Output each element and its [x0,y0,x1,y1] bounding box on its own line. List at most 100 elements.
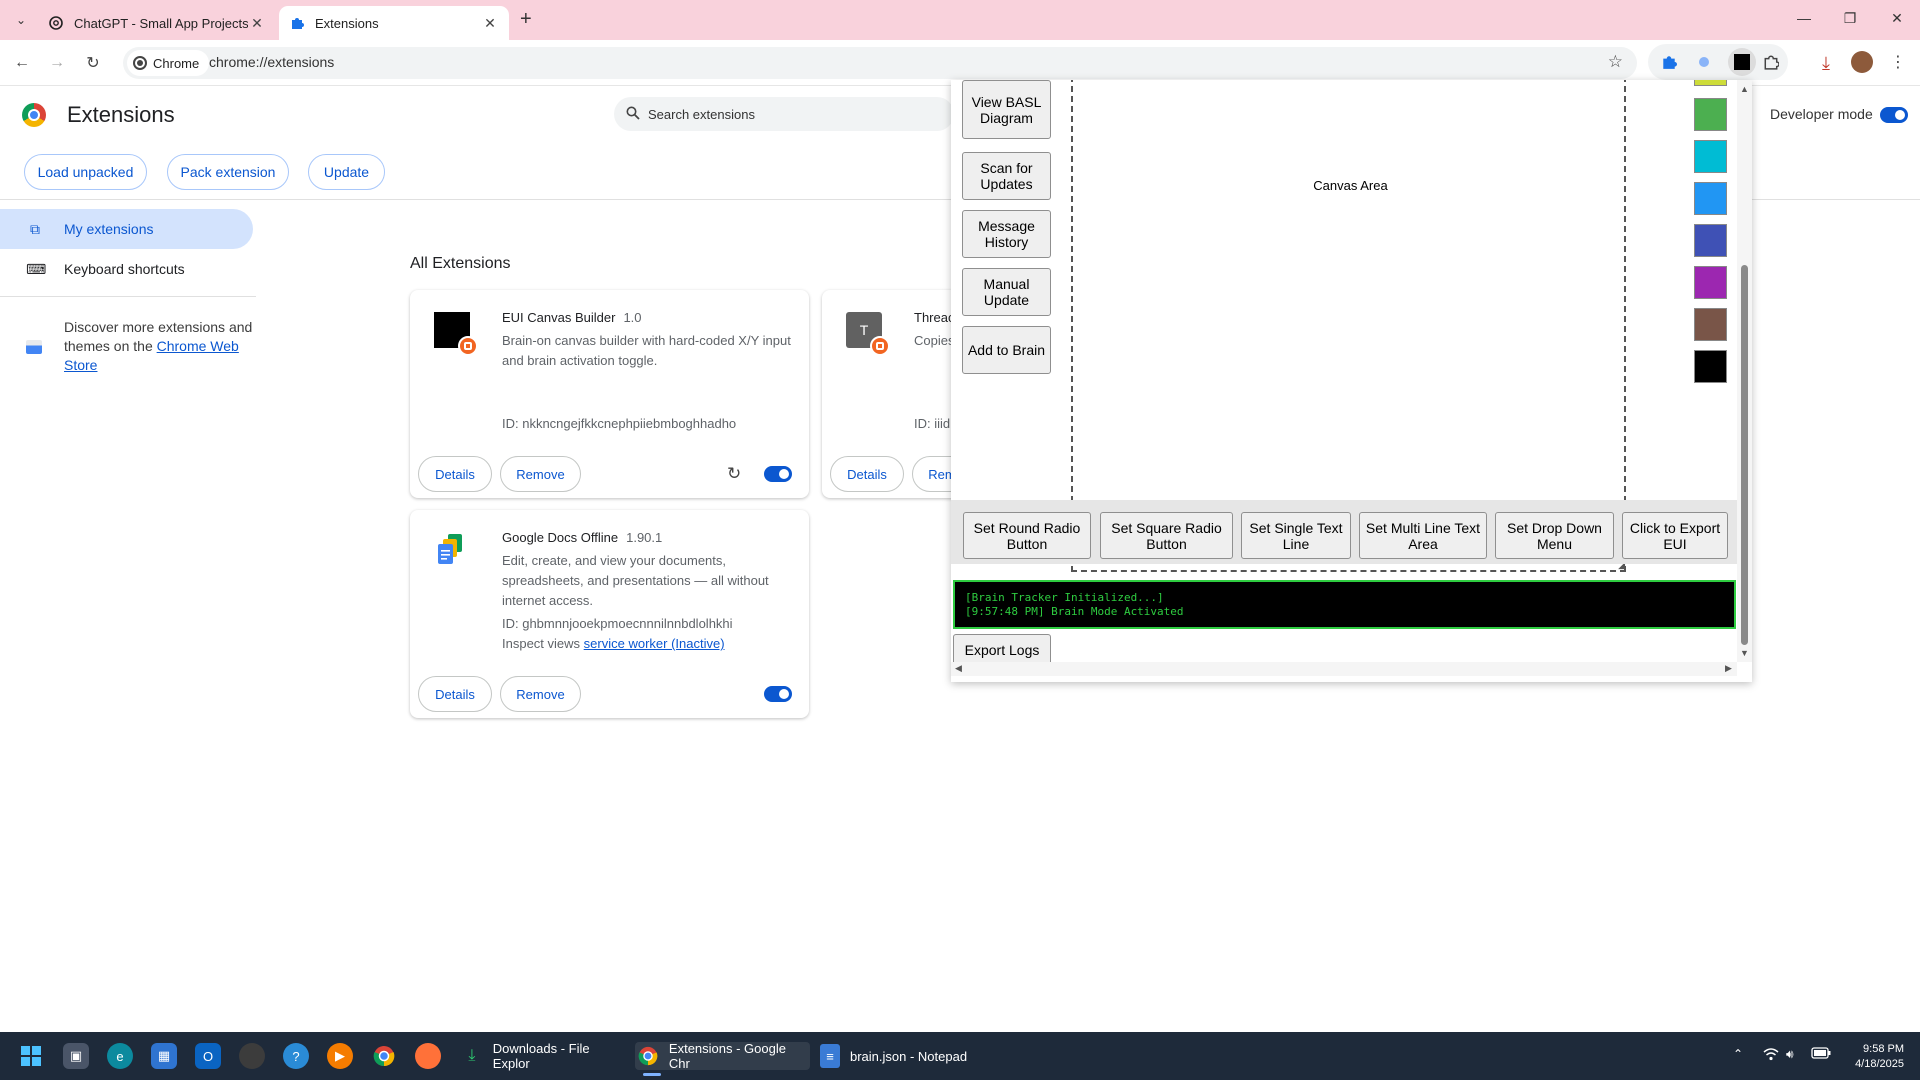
store-button[interactable]: ▦ [151,1042,177,1070]
show-hidden-icons-icon[interactable]: ⌃ [1733,1047,1743,1061]
extension-enable-toggle[interactable] [764,686,792,702]
service-worker-link[interactable]: service worker (Inactive) [584,636,725,651]
site-info-chip[interactable]: Chrome [127,50,210,76]
color-swatch[interactable] [1694,140,1727,173]
manual-update-button[interactable]: Manual Update [962,268,1051,316]
close-tab-icon[interactable]: ✕ [248,15,266,32]
message-history-button[interactable]: Message History [962,210,1051,258]
load-unpacked-button[interactable]: Load unpacked [24,154,147,190]
developer-mode-toggle[interactable] [1880,107,1908,123]
volume-icon[interactable]: 🔊︎ [1786,1047,1794,1062]
back-icon[interactable]: ← [11,52,33,74]
battery-icon[interactable] [1811,1047,1831,1062]
color-swatch[interactable] [1694,308,1727,341]
view-basl-diagram-button[interactable]: View BASL Diagram [962,80,1051,139]
eui-canvas-builder-icon[interactable] [1728,48,1756,76]
chrome-icon [635,1043,661,1069]
color-swatch[interactable] [1694,182,1727,215]
color-swatch[interactable] [1694,350,1727,383]
scan-for-updates-button[interactable]: Scan for Updates [962,152,1051,200]
close-window-icon[interactable]: ✕ [1882,10,1912,27]
scroll-right-arrow-icon[interactable]: ▶ [1725,663,1732,674]
outlook-button[interactable]: O [195,1042,221,1070]
canvas-area-label: Canvas Area [1313,178,1388,193]
click-to-export-eui-button[interactable]: Click to Export EUI [1622,512,1728,559]
reload-icon[interactable]: ↻ [82,52,104,74]
export-logs-button[interactable]: Export Logs [953,634,1051,665]
wifi-icon[interactable] [1763,1047,1779,1064]
color-swatch[interactable] [1694,224,1727,257]
close-tab-icon[interactable]: ✕ [481,15,499,32]
notepad-icon: ≡ [820,1044,840,1068]
edge-button[interactable]: e [107,1042,133,1070]
extension-enable-toggle[interactable] [764,466,792,482]
extension-icons-group [1648,44,1788,80]
eui-canvas-builder-popup: View BASL Diagram Scan for Updates Messa… [951,80,1752,682]
task-view-button[interactable]: ▣ [63,1042,89,1070]
remove-button[interactable]: Remove [500,676,581,712]
tab-search-chevron-icon[interactable]: ⌄ [10,9,32,31]
scroll-left-arrow-icon[interactable]: ◀ [955,663,962,674]
minimize-icon[interactable]: — [1789,10,1819,26]
chrome-icon [371,1043,397,1069]
set-drop-down-menu-button[interactable]: Set Drop Down Menu [1495,512,1614,559]
inspect-views: Inspect views service worker (Inactive) [502,636,725,651]
forward-icon[interactable]: → [46,52,68,74]
unpacked-badge-icon [458,336,478,356]
restore-icon[interactable]: ❐ [1835,10,1865,27]
tab-extensions[interactable]: Extensions ✕ [279,6,509,40]
color-swatch[interactable] [1694,98,1727,131]
sidebar-item-my-extensions[interactable]: ⧉ My extensions [0,209,253,249]
app-button[interactable] [239,1042,265,1070]
update-button[interactable]: Update [308,154,385,190]
taskbar-app-extensions-chrome[interactable]: Extensions - Google Chr [635,1041,810,1076]
add-to-brain-button[interactable]: Add to Brain [962,326,1051,374]
extension-id: ID: nkkncngejfkkcnephpiiebmboghhadho [502,416,737,431]
extension-card-google-docs-offline: Google Docs Offline 1.90.1 Edit, create, … [410,510,809,718]
bookmark-star-icon[interactable]: ☆ [1608,52,1623,72]
color-swatch[interactable] [1694,80,1727,86]
browser-menu-icon[interactable]: ⋮ [1887,51,1909,73]
firefox-button[interactable] [415,1042,441,1070]
scrollbar-thumb[interactable] [1741,265,1748,645]
start-button[interactable] [18,1042,44,1070]
extension-id: ID: ghbmnnjooekpmoecnnnilnnbdlolhkhi [502,616,733,631]
set-round-radio-button[interactable]: Set Round Radio Button [963,512,1091,559]
address-bar[interactable]: Chrome chrome://extensions ☆ [123,47,1637,79]
remove-button[interactable]: Remove [500,456,581,492]
taskbar-app-downloads[interactable]: ⤓ Downloads - File Explor [459,1041,629,1071]
set-multi-line-text-area-button[interactable]: Set Multi Line Text Area [1359,512,1487,559]
media-player-button[interactable]: ▶ [327,1042,353,1070]
scroll-down-arrow-icon[interactable]: ▼ [1740,648,1749,658]
extension-card-eui-canvas-builder: EUI Canvas Builder 1.0 Brain-on canvas bu… [410,290,809,498]
tab-chatgpt[interactable]: ChatGPT - Small App Projects ✕ [38,6,276,40]
pinned-extension-puzzle-icon[interactable] [1660,53,1678,71]
downloads-icon[interactable]: ⤓ [1815,52,1837,74]
canvas-area[interactable]: Canvas Area ◢ [1071,80,1626,572]
help-button[interactable]: ? [283,1042,309,1070]
log-line: [Brain Tracker Initialized...] [965,591,1164,604]
details-button[interactable]: Details [418,456,492,492]
search-extensions-input[interactable]: Search extensions [614,97,954,131]
horizontal-scrollbar[interactable]: ◀ ▶ [951,662,1737,676]
extensions-menu-icon[interactable] [1762,53,1780,71]
sidebar-item-keyboard-shortcuts[interactable]: ⌨ Keyboard shortcuts [0,249,253,289]
set-square-radio-button[interactable]: Set Square Radio Button [1100,512,1233,559]
scroll-up-arrow-icon[interactable]: ▲ [1740,84,1749,94]
url-text[interactable]: chrome://extensions [209,54,334,70]
reload-extension-icon[interactable]: ↻ [727,464,741,484]
tab-title: ChatGPT - Small App Projects [74,15,248,31]
details-button[interactable]: Details [830,456,904,492]
pack-extension-button[interactable]: Pack extension [167,154,289,190]
details-button[interactable]: Details [418,676,492,712]
system-clock[interactable]: 9:58 PM 4/18/2025 [1855,1042,1904,1072]
vertical-scrollbar[interactable]: ▲ ▼ [1737,80,1752,662]
extension-title: Google Docs Offline [502,530,619,545]
taskbar-app-notepad[interactable]: ≡ brain.json - Notepad [820,1042,970,1070]
profile-avatar[interactable] [1851,51,1873,73]
set-single-text-line-button[interactable]: Set Single Text Line [1241,512,1351,559]
pinned-extension-dot-icon[interactable] [1696,54,1712,70]
color-swatch[interactable] [1694,266,1727,299]
chrome-button[interactable] [371,1042,397,1070]
new-tab-icon[interactable]: + [520,9,532,29]
